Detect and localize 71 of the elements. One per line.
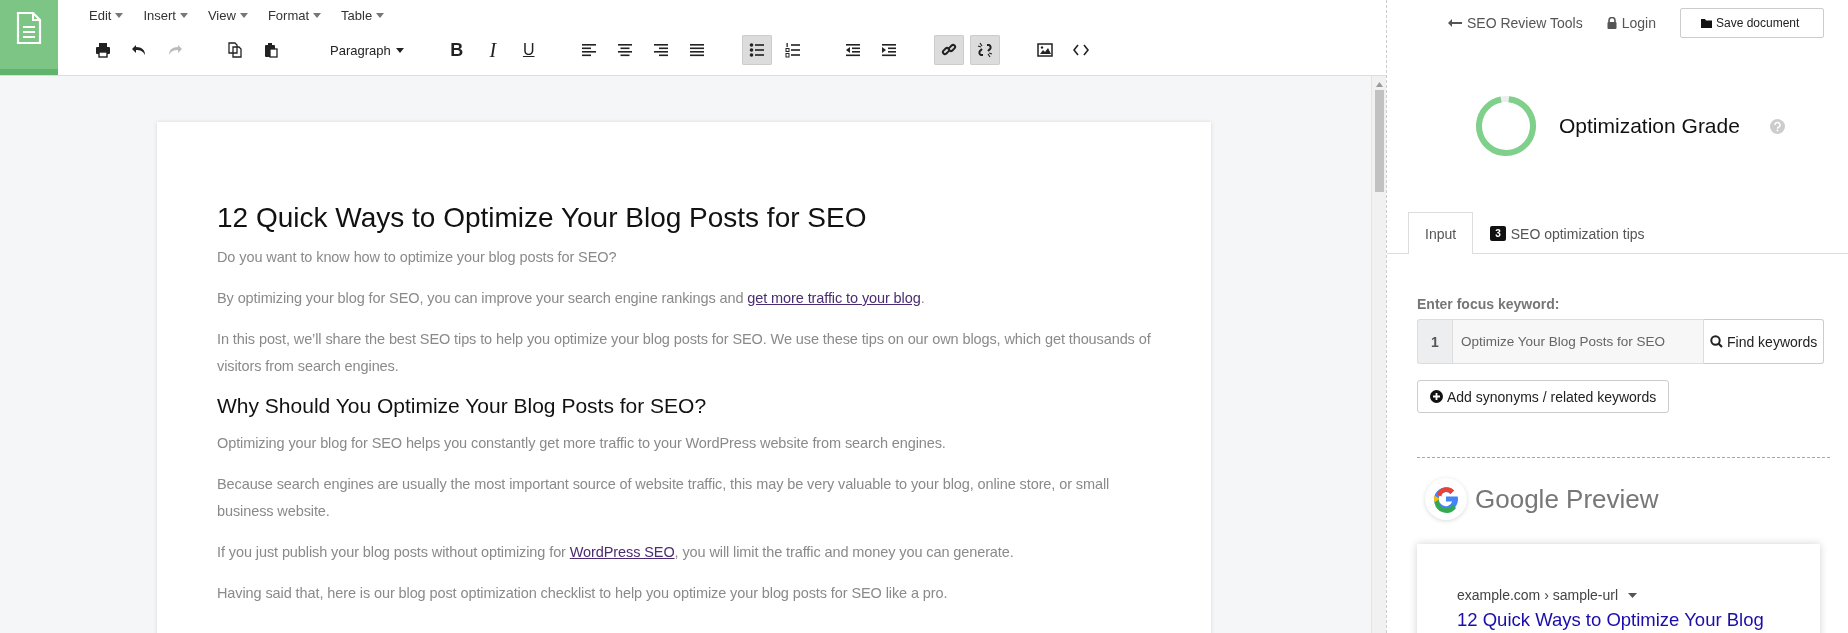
arrow-left-icon: [1448, 18, 1462, 28]
align-center-icon: [616, 42, 633, 58]
underline-button[interactable]: U: [513, 35, 544, 65]
search-icon: [1710, 335, 1723, 348]
keyword-number: 1: [1417, 319, 1452, 364]
align-right-icon: [652, 42, 669, 58]
link-icon: [940, 42, 957, 58]
caret-icon: [313, 12, 322, 18]
menu-item[interactable]: View: [207, 7, 248, 23]
text-link[interactable]: WordPress SEO: [569, 544, 675, 560]
align-left-icon: [580, 42, 597, 58]
code-icon: [1072, 42, 1089, 58]
print-icon: [95, 42, 111, 58]
document-title: 12 Quick Ways to Optimize Your Blog Posts for SEO: [217, 202, 868, 234]
scroll-up-icon: [1375, 82, 1383, 87]
section-title: Google Preview: [1475, 483, 1659, 515]
paragraph: If you just publish your blog posts without optimizing for WordPress SEO, you will limit the traffic and money you can generate.: [217, 543, 1015, 562]
find-keywords-button[interactable]: Find keywords: [1704, 319, 1825, 364]
paragraph: By optimizing your blog for SEO, you can improve your search engine rankings and get more traffic to your blog.: [217, 289, 926, 308]
caret-icon: [376, 12, 385, 18]
add-synonyms-button[interactable]: Add synonyms / related keywords: [1417, 380, 1670, 413]
outdent-icon: [844, 42, 861, 58]
scrollbar-thumb[interactable]: [1374, 90, 1384, 192]
save-button[interactable]: Save document: [1679, 8, 1825, 38]
count-badge: 3: [1490, 226, 1506, 241]
broken-link-icon: [976, 42, 993, 58]
result-title-link[interactable]: 12 Quick Ways to Optimize Your Blog: [1457, 609, 1820, 631]
login-link[interactable]: Login: [1606, 15, 1656, 31]
help-icon: [1769, 118, 1785, 134]
grade-title: Optimization Grade: [1559, 114, 1740, 138]
bulleted-list-button[interactable]: [741, 35, 772, 65]
menu-item[interactable]: Table: [341, 7, 385, 23]
scrollbar[interactable]: [1371, 76, 1386, 633]
menu-item[interactable]: Format: [267, 7, 322, 23]
bulleted-list-icon: [748, 42, 765, 58]
image-icon: [1036, 42, 1053, 58]
tab[interactable]: Input: [1408, 212, 1474, 254]
back-link[interactable]: SEO Review Tools: [1448, 15, 1583, 31]
justify-icon: [688, 42, 705, 58]
field-label: Enter focus keyword:: [1417, 296, 1561, 312]
indent-icon: [880, 42, 897, 58]
text-link[interactable]: get more traffic to your blog: [747, 290, 921, 306]
caret-icon: [239, 12, 248, 18]
paragraph: Do you want to know how to optimize your blog posts for SEO?: [217, 248, 618, 267]
bold-button[interactable]: B: [441, 35, 472, 65]
paragraph: Because search engines are usually the most important source of website traffic, this may be very valuable to your blog, online store, or small business website.: [217, 475, 1111, 521]
folder-icon: [1700, 18, 1712, 28]
numbered-list-icon: [784, 42, 801, 58]
menu-item[interactable]: Edit: [89, 7, 124, 23]
keyword-field[interactable]: Optimize Your Blog Posts for SEO: [1452, 319, 1704, 364]
caret-icon: [179, 12, 188, 18]
paragraph: In this post, we’ll share the best SEO tips to help you optimize your blog posts for SEO. We use these tips on our own blogs, which get thousands of visitors from search engines.: [217, 330, 1151, 376]
plus-circle-icon: [1430, 390, 1443, 403]
paragraph: Optimizing your blog for SEO helps you constantly get more traffic to your WordPress website from search engines.: [217, 434, 947, 453]
caret-icon: [395, 47, 404, 53]
document-icon: [16, 12, 42, 44]
format-dropdown[interactable]: Paragraph: [322, 35, 412, 65]
caret-icon: [1628, 592, 1638, 598]
menu-item[interactable]: Insert: [143, 7, 188, 23]
caret-icon: [115, 12, 124, 18]
broken-link-button[interactable]: [969, 35, 1000, 65]
result-url: example.com › sample-url: [1457, 587, 1619, 603]
link-button[interactable]: [933, 35, 964, 65]
italic-button[interactable]: I: [477, 35, 508, 65]
section-heading: Why Should You Optimize Your Blog Posts for SEO?: [217, 394, 708, 418]
copy-icon: [227, 42, 243, 58]
tab[interactable]: 3 SEO optimization tips: [1473, 212, 1662, 254]
paragraph: Having said that, here is our blog post optimization checklist to help you optimize your blog posts for SEO like a pro.: [217, 584, 949, 603]
paste-icon: [263, 42, 279, 58]
lock-icon: [1606, 17, 1617, 29]
grade-ring: [1475, 95, 1537, 157]
